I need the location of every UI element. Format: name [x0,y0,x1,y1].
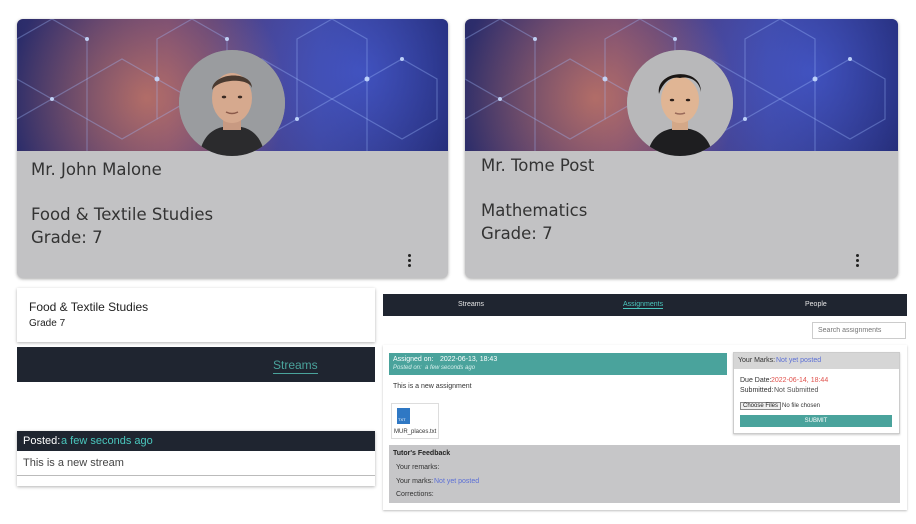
class-grade: Grade 7 [29,318,66,329]
posted-label: Posted on: [393,365,422,371]
tab-streams[interactable]: Streams [458,301,484,308]
grade-label: Grade: 7 [31,228,103,247]
assigned-date: 2022-06-13, 18:43 [440,356,498,363]
no-file-text: No file chosen [782,403,821,409]
class-title: Food & Textile Studies [29,300,149,314]
tab-streams[interactable]: Streams [273,358,318,374]
teacher-name: Mr. John Malone [31,160,162,179]
corrections-label: Corrections: [396,491,434,498]
search-input[interactable] [812,322,906,339]
teacher-card-2[interactable]: Mr. Tome Post Mathematics Grade: 7 [465,19,898,278]
marks-label: Your Marks: [738,357,776,364]
stream-post-header: Posted: a few seconds ago [17,431,375,451]
divider [17,475,375,476]
submit-button[interactable]: SUBMIT [740,415,892,427]
feedback-title: Tutor's Feedback [393,450,451,457]
teacher-card-1[interactable]: Mr. John Malone Food & Textile Studies G… [17,19,448,278]
posted-time: a few seconds ago [61,435,153,447]
txt-file-icon: TXT [397,408,410,424]
posted-label: Posted: [23,435,61,447]
stream-post: Posted: a few seconds ago This is a new … [17,431,375,486]
teacher-name: Mr. Tome Post [481,156,595,175]
marks-value: Not yet posted [776,357,822,364]
assigned-label: Assigned on: [393,356,434,363]
avatar [179,50,285,156]
avatar [627,50,733,156]
due-value: 2022-06-14, 18:44 [771,377,829,384]
feedback-marks-value: Not yet posted [434,478,480,485]
more-options-icon[interactable] [851,252,863,272]
assignment-panel: Assigned on: 2022-06-13, 18:43 Posted on… [383,345,907,510]
more-options-icon[interactable] [403,252,415,272]
posted-time: a few seconds ago [425,365,476,371]
tab-assignments[interactable]: Assignments [623,301,664,309]
due-label: Due Date: [740,377,772,384]
remarks-label: Your remarks: [396,464,440,471]
submitted-label: Submitted: [740,387,774,394]
file-attachment[interactable]: TXT MUR_places.txt [391,403,439,439]
marks-card: Your Marks: Not yet posted Due Date: 202… [733,352,900,434]
assignment-header: Assigned on: 2022-06-13, 18:43 Posted on… [389,353,727,375]
tab-people[interactable]: People [805,301,827,308]
assignment-body: This is a new assignment [393,383,472,390]
subject-name: Mathematics [481,201,588,220]
grade-label: Grade: 7 [481,224,553,243]
file-icon-text: TXT [398,417,406,422]
class-header: Food & Textile Studies Grade 7 [17,288,375,342]
choose-files-button[interactable]: Choose Files [740,402,782,410]
stream-body: This is a new stream [23,457,124,469]
subject-name: Food & Textile Studies [31,205,214,224]
submitted-value: Not Submitted [774,387,819,394]
marks-header: Your Marks: Not yet posted [734,353,899,369]
class-nav-bar: Streams [17,347,375,382]
course-tab-bar: Streams Assignments People [383,294,907,316]
file-name: MUR_places.txt [394,429,437,435]
tutor-feedback: Tutor's Feedback Your remarks: Your mark… [389,445,900,503]
feedback-marks-label: Your marks: [396,478,434,485]
